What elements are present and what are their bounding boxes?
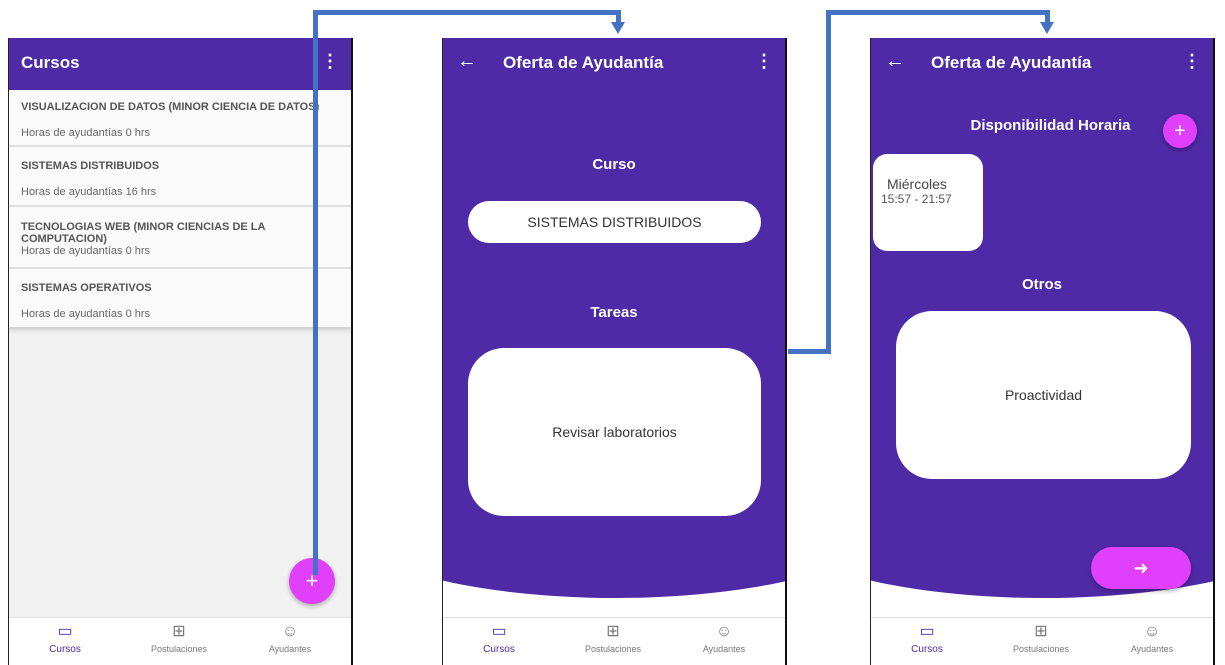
book-icon: ▭ xyxy=(57,623,73,640)
book-icon: ▭ xyxy=(491,623,507,640)
flow-connector-vertical xyxy=(826,10,831,354)
file-icon: ⊞ xyxy=(606,623,620,640)
nav-cursos[interactable]: ▭ Cursos xyxy=(872,622,982,655)
group-icon: ☺ xyxy=(1143,623,1161,640)
flow-connector-vertical xyxy=(313,10,318,575)
others-card[interactable]: Proactividad xyxy=(896,311,1191,479)
schedule-slot[interactable]: Miércoles 15:57 - 21:57 xyxy=(873,154,983,251)
app-bar: Cursos ⋮ xyxy=(9,38,351,90)
tareas-heading: Tareas xyxy=(590,304,638,321)
nav-label: Postulaciones xyxy=(584,644,642,654)
file-icon: ⊞ xyxy=(172,623,186,640)
nav-postulaciones[interactable]: ⊞ Postulaciones xyxy=(558,622,668,654)
flow-arrow-icon xyxy=(1040,22,1054,34)
course-item[interactable]: VISUALIZACION DE DATOS (MINOR CIENCIA DE… xyxy=(9,90,351,147)
more-options-icon[interactable]: ⋮ xyxy=(1183,51,1201,72)
more-options-icon[interactable]: ⋮ xyxy=(755,51,773,72)
course-item[interactable]: TECNOLOGIAS WEB (MINOR CIENCIAS DE LA CO… xyxy=(9,207,351,269)
more-options-icon[interactable]: ⋮ xyxy=(321,51,339,72)
group-icon: ☺ xyxy=(715,623,733,640)
page-title: Oferta de Ayudantía xyxy=(931,53,1092,72)
flow-arrow-icon xyxy=(611,22,625,34)
course-name: TECNOLOGIAS WEB (MINOR CIENCIAS DE LA CO… xyxy=(21,221,266,245)
nav-postulaciones[interactable]: ⊞ Postulaciones xyxy=(124,622,234,654)
app-bar: ← Oferta de Ayudantía ⋮ xyxy=(871,38,1213,90)
bottom-nav: ▭ Cursos ⊞ Postulaciones ☺ Ayudantes xyxy=(871,617,1213,665)
course-hours: Horas de ayudantías 0 hrs xyxy=(21,245,151,257)
back-arrow-icon[interactable]: ← xyxy=(457,50,477,73)
page-title: Oferta de Ayudantía xyxy=(503,53,664,72)
course-name: VISUALIZACION DE DATOS (MINOR CIENCIA DE… xyxy=(21,101,320,113)
nav-label: Ayudantes xyxy=(268,644,312,654)
add-slot-button[interactable]: + xyxy=(1163,114,1197,148)
next-button[interactable]: ➜ xyxy=(1091,547,1191,589)
book-icon: ▭ xyxy=(919,623,935,640)
nav-label: Ayudantes xyxy=(1130,644,1174,654)
otros-heading: Otros xyxy=(1021,276,1062,293)
nav-label: Cursos xyxy=(49,644,81,655)
nav-ayudantes[interactable]: ☺ Ayudantes xyxy=(235,622,345,654)
nav-label: Cursos xyxy=(911,644,943,655)
nav-label: Postulaciones xyxy=(1012,644,1070,654)
course-hours: Horas de ayudantías 0 hrs xyxy=(21,127,151,139)
file-icon: ⊞ xyxy=(1034,623,1048,640)
curso-heading: Curso xyxy=(592,156,636,173)
tasks-card[interactable]: Revisar laboratorios xyxy=(468,348,761,516)
course-list: VISUALIZACION DE DATOS (MINOR CIENCIA DE… xyxy=(9,90,351,327)
course-hours: Horas de ayudantías 16 hrs xyxy=(21,186,157,198)
app-bar: ← Oferta de Ayudantía ⋮ xyxy=(443,38,785,90)
add-course-button[interactable]: + xyxy=(289,558,335,604)
offer-screen-course: ← Oferta de Ayudantía ⋮ Curso SISTEMAS D… xyxy=(442,38,787,665)
nav-cursos[interactable]: ▭ Cursos xyxy=(10,622,120,655)
slot-time: 15:57 - 21:57 xyxy=(881,192,952,206)
nav-label: Ayudantes xyxy=(702,644,746,654)
nav-cursos[interactable]: ▭ Cursos xyxy=(444,622,554,655)
bottom-nav: ▭ Cursos ⊞ Postulaciones ☺ Ayudantes xyxy=(9,617,351,665)
courses-screen: Cursos ⋮ VISUALIZACION DE DATOS (MINOR C… xyxy=(8,38,353,665)
course-item[interactable]: SISTEMAS OPERATIVOS Horas de ayudantías … xyxy=(9,269,351,327)
nav-label: Postulaciones xyxy=(150,644,208,654)
course-name: SISTEMAS DISTRIBUIDOS xyxy=(21,160,160,172)
group-icon: ☺ xyxy=(281,623,299,640)
flow-connector-horizontal xyxy=(313,10,621,15)
course-selector[interactable]: SISTEMAS DISTRIBUIDOS xyxy=(468,201,761,243)
flow-connector-horizontal xyxy=(826,10,1050,15)
page-title: Cursos xyxy=(21,53,80,72)
slot-day: Miércoles xyxy=(887,176,947,192)
course-hours: Horas de ayudantías 0 hrs xyxy=(21,308,151,320)
nav-ayudantes[interactable]: ☺ Ayudantes xyxy=(669,622,779,654)
course-name: SISTEMAS OPERATIVOS xyxy=(21,282,152,294)
flow-connector-horizontal xyxy=(788,349,830,354)
nav-label: Cursos xyxy=(483,644,515,655)
course-item[interactable]: SISTEMAS DISTRIBUIDOS Horas de ayudantía… xyxy=(9,147,351,207)
nav-ayudantes[interactable]: ☺ Ayudantes xyxy=(1097,622,1207,654)
offer-screen-availability: ← Oferta de Ayudantía ⋮ Disponibilidad H… xyxy=(870,38,1215,665)
nav-postulaciones[interactable]: ⊞ Postulaciones xyxy=(986,622,1096,654)
bottom-nav: ▭ Cursos ⊞ Postulaciones ☺ Ayudantes xyxy=(443,617,785,665)
back-arrow-icon[interactable]: ← xyxy=(885,50,905,73)
